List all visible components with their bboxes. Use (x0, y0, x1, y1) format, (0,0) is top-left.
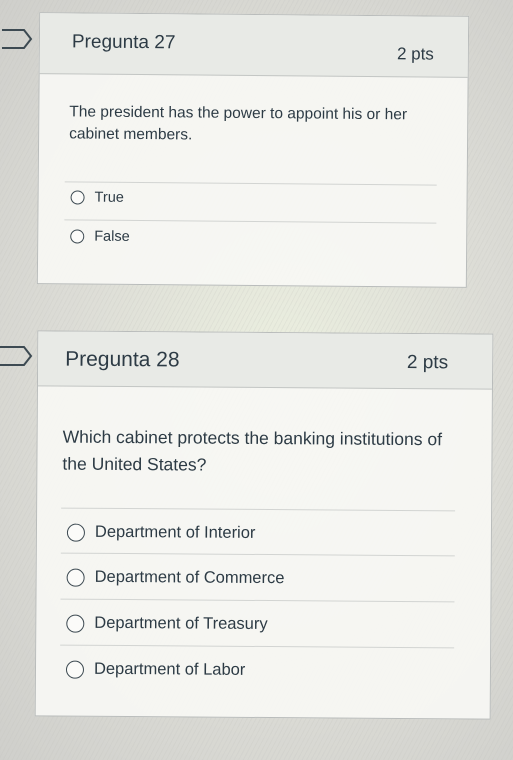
flag-question-28-icon[interactable] (0, 345, 34, 367)
flag-question-27-icon[interactable] (0, 28, 34, 50)
answer-option-true[interactable]: True (70, 189, 124, 206)
answer-option-interior[interactable]: Department of Interior (66, 522, 256, 543)
divider (64, 181, 437, 186)
divider (61, 507, 456, 512)
radio-button[interactable] (65, 660, 85, 679)
divider (64, 219, 437, 224)
answer-label: Department of Labor (93, 659, 246, 679)
radio-button[interactable] (70, 229, 85, 244)
answer-option-treasury[interactable]: Department of Treasury (66, 613, 268, 634)
question-27-card: Pregunta 27 2 pts The president has the … (36, 12, 470, 288)
answer-option-false[interactable]: False (70, 228, 130, 245)
divider (60, 552, 455, 557)
question-header: Pregunta 27 2 pts (39, 13, 469, 78)
answer-label: Department of Treasury (94, 613, 268, 634)
question-title: Pregunta 28 (65, 347, 180, 372)
question-points: 2 pts (396, 44, 434, 64)
answer-label: False (94, 228, 130, 245)
radio-button[interactable] (66, 568, 85, 587)
question-points: 2 pts (406, 351, 449, 374)
question-text: Which cabinet protects the banking insti… (62, 426, 443, 475)
answer-label: Department of Commerce (94, 567, 285, 588)
answer-option-commerce[interactable]: Department of Commerce (66, 567, 285, 589)
radio-button[interactable] (70, 190, 85, 205)
answer-label: True (94, 189, 124, 206)
divider (60, 598, 455, 603)
question-header: Pregunta 28 2 pts (37, 331, 493, 390)
question-title: Pregunta 27 (71, 31, 176, 54)
radio-button[interactable] (66, 523, 86, 542)
divider (60, 644, 455, 649)
question-text: The president has the power to appoint h… (69, 103, 408, 144)
answer-option-labor[interactable]: Department of Labor (65, 659, 246, 680)
radio-button[interactable] (66, 614, 85, 633)
question-28-card: Pregunta 28 2 pts Which cabinet protects… (34, 330, 494, 720)
answer-label: Department of Interior (94, 522, 256, 542)
